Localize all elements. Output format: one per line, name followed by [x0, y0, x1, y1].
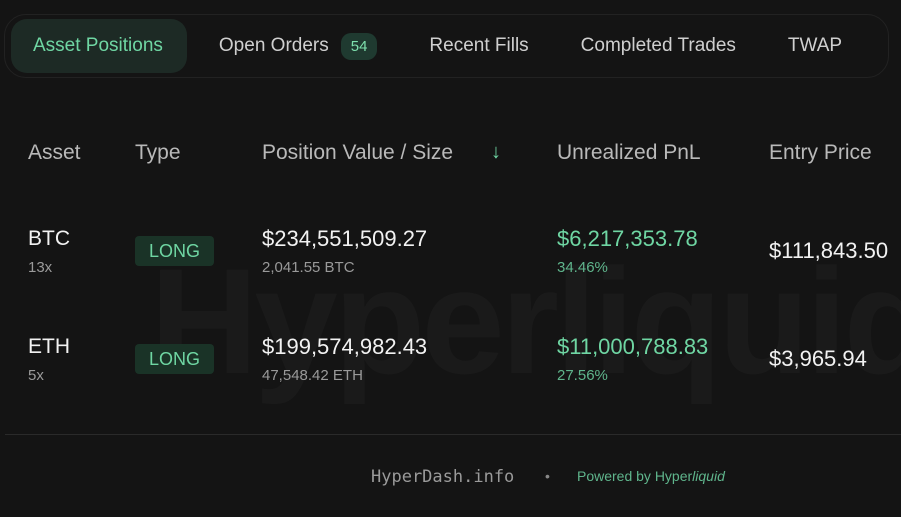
powered-by-text: Powered by Hyper [577, 468, 693, 484]
tab-completed-trades[interactable]: Completed Trades [555, 19, 762, 73]
column-header-pnl[interactable]: Unrealized PnL [557, 141, 701, 165]
tab-twap[interactable]: TWAP [762, 19, 868, 73]
position-type-badge: LONG [135, 236, 214, 266]
tab-recent-fills[interactable]: Recent Fills [403, 19, 554, 73]
column-header-type[interactable]: Type [135, 141, 181, 165]
column-header-asset[interactable]: Asset [28, 141, 81, 165]
entry-price: $111,843.50 [769, 238, 889, 263]
column-header-position[interactable]: Position Value / Size [262, 141, 453, 165]
open-orders-count-badge: 54 [340, 32, 378, 60]
tab-open-orders[interactable]: Open Orders 54 [193, 19, 404, 73]
site-link[interactable]: HyperDash.info [371, 467, 514, 487]
unrealized-pnl: $6,217,353.78 [557, 226, 698, 251]
tab-label: TWAP [787, 35, 843, 56]
asset-leverage: 13x [28, 259, 53, 276]
tab-label: Open Orders [218, 35, 329, 56]
position-size: 2,041.55 BTC [262, 259, 355, 276]
tab-label: Completed Trades [580, 35, 736, 56]
asset-symbol: ETH [28, 335, 70, 358]
entry-price: $3,965.94 [769, 346, 867, 371]
column-header-entry[interactable]: Entry Price [769, 141, 872, 165]
unrealized-pnl-percent: 34.46% [557, 259, 608, 276]
powered-by-brand: liquid [692, 468, 725, 484]
tab-asset-positions[interactable]: Asset Positions [11, 19, 187, 73]
position-value: $234,551,509.27 [262, 226, 428, 251]
powered-by-link[interactable]: Powered by Hyperliquid [577, 468, 725, 484]
footer-separator: • [545, 468, 550, 484]
position-type-badge: LONG [135, 344, 214, 374]
unrealized-pnl-percent: 27.56% [557, 367, 608, 384]
position-size: 47,548.42 ETH [262, 367, 363, 384]
position-value: $199,574,982.43 [262, 334, 428, 359]
arrow-down-icon[interactable]: ↓ [491, 141, 501, 164]
footer-divider [5, 434, 901, 435]
asset-leverage: 5x [28, 367, 44, 384]
unrealized-pnl: $11,000,788.83 [557, 334, 709, 359]
tab-label: Recent Fills [429, 35, 529, 56]
asset-symbol: BTC [28, 227, 70, 250]
tab-bar: Asset Positions Open Orders 54 Recent Fi… [4, 14, 889, 78]
tab-label: Asset Positions [33, 35, 163, 56]
